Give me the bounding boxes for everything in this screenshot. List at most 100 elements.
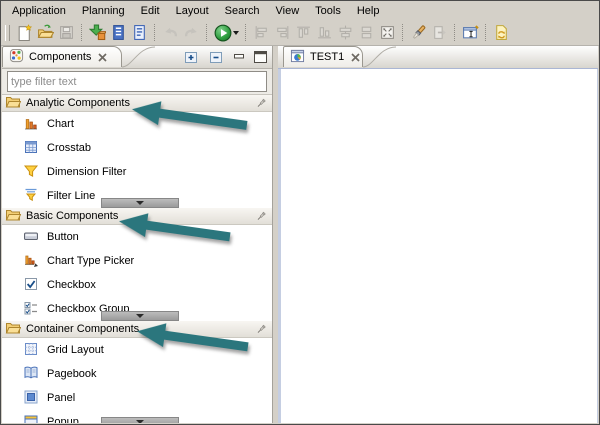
editor-tab-test1[interactable]: TEST1: [283, 46, 363, 67]
filter-row: [2, 69, 272, 95]
close-icon[interactable]: [98, 52, 107, 62]
theme-brush-icon[interactable]: [408, 22, 429, 43]
tab-swoosh: [122, 46, 156, 68]
open-folder-icon: [5, 208, 22, 225]
pagebook-icon: [23, 365, 39, 384]
toolbar-separator: [402, 24, 404, 41]
undo-icon: [160, 22, 181, 43]
palette-item-chart[interactable]: Chart: [2, 112, 272, 136]
button-icon: [23, 228, 39, 247]
editor-tab-label: TEST1: [310, 51, 345, 63]
tab-swoosh: [363, 46, 397, 68]
open-icon[interactable]: [35, 22, 56, 43]
panel-icon: [23, 389, 39, 408]
menu-help[interactable]: Help: [349, 3, 388, 19]
menu-tools[interactable]: Tools: [307, 3, 349, 19]
pin-icon[interactable]: [255, 210, 267, 223]
run-dropdown-icon[interactable]: [233, 30, 239, 35]
new-application-icon[interactable]: [14, 22, 35, 43]
palette-item-crosstab[interactable]: Crosstab: [2, 136, 272, 160]
components-panel: Components Analytic Components: [2, 46, 273, 423]
save-icon: [56, 22, 77, 43]
section-header-analytic[interactable]: Analytic Components: [2, 95, 272, 112]
editor-tab-row: TEST1: [278, 46, 598, 69]
design-canvas[interactable]: [278, 69, 598, 423]
align-left-icon: [251, 22, 272, 43]
palette-item-label: Panel: [47, 392, 76, 404]
toolbar-separator: [485, 24, 487, 41]
grid-layout-icon: [23, 341, 39, 360]
palette-item-label: Pagebook: [47, 368, 97, 380]
palette-item-label: Dimension Filter: [47, 166, 127, 178]
expand-all-icon[interactable]: [183, 50, 199, 65]
components-palette: Analytic Components Chart Crosstab Dimen…: [2, 95, 272, 423]
checkbox-icon: [23, 276, 39, 295]
match-size-icon: [356, 22, 377, 43]
main-toolbar: [1, 20, 599, 46]
palette-item-button[interactable]: Button: [2, 225, 272, 249]
menu-search[interactable]: Search: [217, 3, 268, 19]
open-folder-icon: [5, 95, 22, 112]
scroll-down-button[interactable]: [101, 417, 179, 423]
dimension-filter-icon: [23, 163, 39, 182]
palette-item-panel[interactable]: Panel: [2, 386, 272, 410]
palette-item-checkbox[interactable]: Checkbox: [2, 273, 272, 297]
checkbox-group-icon: [23, 300, 39, 319]
crosstab-icon: [23, 139, 39, 158]
chart-icon: [23, 115, 39, 134]
application-icon: [290, 49, 305, 66]
palette-item-label: Checkbox: [47, 279, 96, 291]
align-center-icon: [335, 22, 356, 43]
toolbar-separator: [154, 24, 156, 41]
palette-item-grid-layout[interactable]: Grid Layout: [2, 338, 272, 362]
open-folder-icon: [5, 321, 22, 338]
components-tab[interactable]: Components: [2, 46, 122, 67]
maximize-icon[interactable]: [254, 51, 267, 63]
install-deploy-icon[interactable]: [87, 22, 108, 43]
scroll-down-button[interactable]: [101, 311, 179, 321]
palette-item-chart-type-picker[interactable]: Chart Type Picker: [2, 249, 272, 273]
fit-to-screen-icon[interactable]: [377, 22, 398, 43]
filter-line-icon: [23, 187, 39, 206]
menu-edit[interactable]: Edit: [133, 3, 168, 19]
palette-item-dimension-filter[interactable]: Dimension Filter: [2, 160, 272, 184]
palette-item-label: Filter Line: [47, 190, 96, 202]
align-right-icon: [272, 22, 293, 43]
menu-view[interactable]: View: [268, 3, 308, 19]
section-title: Analytic Components: [26, 97, 130, 109]
menu-layout[interactable]: Layout: [168, 3, 217, 19]
palette-item-label: Grid Layout: [47, 344, 104, 356]
popup-icon: [23, 413, 39, 423]
components-tab-row: Components: [2, 46, 272, 69]
palette-item-label: Popup: [47, 416, 79, 423]
minimize-icon[interactable]: [233, 52, 245, 62]
outline-view-icon[interactable]: [129, 22, 150, 43]
components-view-icon[interactable]: [108, 22, 129, 43]
toolbar-drag-handle[interactable]: [5, 24, 10, 41]
regenerate-file-icon[interactable]: [491, 22, 512, 43]
toolbar-separator: [245, 24, 247, 41]
view-toolbar: [183, 48, 267, 66]
align-bottom-icon: [314, 22, 335, 43]
run-icon[interactable]: [212, 22, 233, 43]
close-icon[interactable]: [351, 52, 360, 62]
palette-item-label: Crosstab: [47, 142, 92, 154]
scroll-down-button[interactable]: [101, 198, 179, 208]
toolbar-separator: [81, 24, 83, 41]
menu-application[interactable]: Application: [4, 3, 74, 19]
pin-icon[interactable]: [255, 97, 267, 110]
export-icon: [429, 22, 450, 43]
section-header-basic[interactable]: Basic Components: [2, 208, 272, 225]
redo-icon: [181, 22, 202, 43]
palette-item-label: Chart: [47, 118, 74, 130]
menu-bar: Application Planning Edit Layout Search …: [1, 1, 599, 20]
components-palette-icon: [9, 48, 24, 66]
pin-icon[interactable]: [255, 323, 267, 336]
palette-item-label: Button: [47, 231, 79, 243]
rename-icon[interactable]: [460, 22, 481, 43]
filter-input[interactable]: [7, 71, 267, 92]
section-header-container[interactable]: Container Components: [2, 321, 272, 338]
palette-item-pagebook[interactable]: Pagebook: [2, 362, 272, 386]
collapse-all-icon[interactable]: [208, 50, 224, 65]
menu-planning[interactable]: Planning: [74, 3, 133, 19]
